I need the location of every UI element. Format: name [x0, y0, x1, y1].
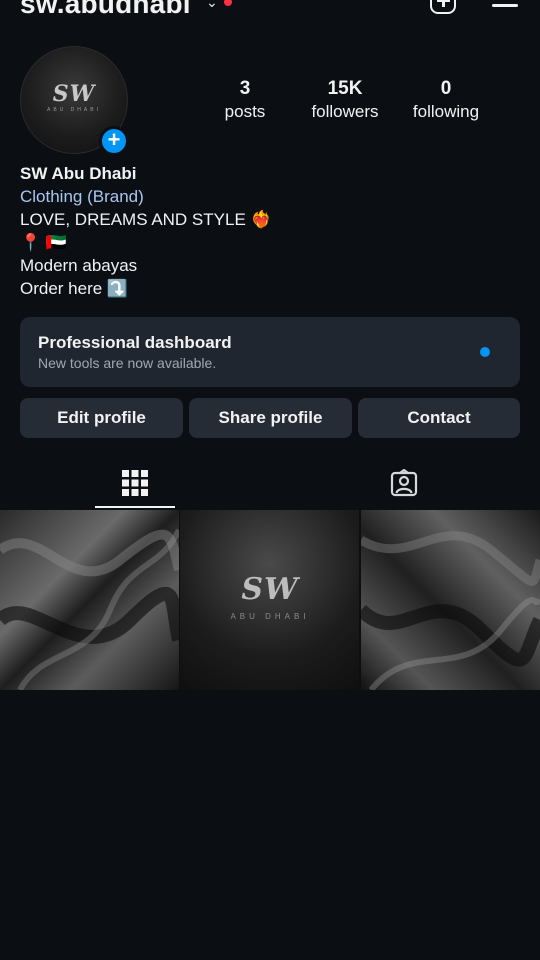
add-story-button[interactable]: + [99, 126, 129, 156]
bio-line: LOVE, DREAMS AND STYLE ❤️‍🔥 [20, 210, 272, 229]
satin-fabric-image [0, 510, 179, 690]
bio-line: Order here ⤵️ [20, 279, 129, 298]
edit-profile-button[interactable]: Edit profile [20, 398, 183, 438]
post-logo-subtitle: ABU DHABI [230, 612, 310, 621]
followers-stat[interactable]: 15K followers [290, 78, 400, 122]
bio-category-link[interactable]: Clothing (Brand) [20, 185, 520, 208]
top-bar: sw.abudhabi ⌄ [0, 0, 540, 24]
post-thumbnail-2[interactable]: SW ABU DHABI [180, 510, 359, 690]
avatar-logo: SW [52, 81, 96, 107]
new-indicator-dot [480, 347, 490, 357]
bio: SW Abu Dhabi Clothing (Brand) LOVE, DREA… [20, 162, 520, 300]
share-profile-button[interactable]: Share profile [189, 398, 352, 438]
dashboard-subtitle: New tools are now available. [38, 355, 217, 371]
dashboard-title: Professional dashboard [38, 333, 232, 352]
tagged-icon [390, 469, 418, 497]
bio-line: 📍 🇦🇪 [20, 233, 68, 252]
post-thumbnail-3[interactable] [361, 510, 540, 690]
new-post-icon[interactable] [430, 0, 456, 14]
satin-fabric-image [361, 510, 540, 690]
tab-posts-grid[interactable] [95, 458, 175, 508]
bio-name: SW Abu Dhabi [20, 164, 137, 183]
chevron-down-icon[interactable]: ⌄ [206, 0, 218, 11]
post-logo: SW [241, 572, 299, 607]
bio-line: Modern abayas [20, 256, 138, 275]
following-label: following [412, 102, 480, 121]
post-grid: SW ABU DHABI [0, 510, 540, 690]
profile-tabs [0, 458, 540, 510]
menu-icon[interactable] [492, 0, 518, 10]
posts-stat[interactable]: 3 posts [190, 78, 300, 122]
post-thumbnail-1[interactable] [0, 510, 179, 690]
followers-label: followers [311, 102, 379, 121]
following-stat[interactable]: 0 following [391, 78, 501, 122]
profile-username[interactable]: sw.abudhabi [20, 0, 191, 20]
followers-count: 15K [327, 78, 363, 99]
posts-count: 3 [239, 78, 251, 99]
notification-dot [224, 0, 232, 6]
avatar-logo-subtitle: ABU DHABI [47, 107, 101, 113]
active-tab-indicator [95, 506, 175, 508]
posts-label: posts [224, 102, 266, 121]
tab-tagged[interactable] [365, 458, 445, 508]
following-count: 0 [440, 78, 452, 99]
professional-dashboard[interactable]: Professional dashboard New tools are now… [20, 317, 520, 387]
grid-icon [122, 470, 148, 496]
contact-button[interactable]: Contact [358, 398, 520, 438]
